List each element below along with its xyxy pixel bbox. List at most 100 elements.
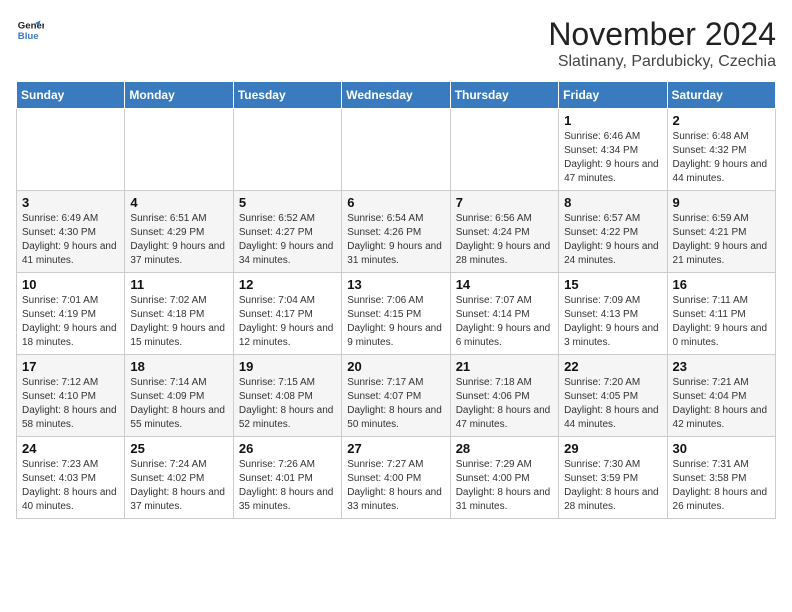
day-info: Sunrise: 7:20 AMSunset: 4:05 PMDaylight:…	[564, 376, 661, 432]
day-info: Sunrise: 6:57 AMSunset: 4:22 PMDaylight:…	[564, 212, 661, 268]
day-info: Sunrise: 7:29 AMSunset: 4:00 PMDaylight:…	[456, 458, 553, 514]
calendar-cell: 4 Sunrise: 6:51 AMSunset: 4:29 PMDaylight…	[125, 191, 233, 273]
day-info: Sunrise: 7:04 AMSunset: 4:17 PMDaylight:…	[239, 294, 336, 350]
svg-text:Blue: Blue	[18, 31, 39, 42]
calendar-cell	[450, 109, 558, 191]
calendar-cell: 10 Sunrise: 7:01 AMSunset: 4:19 PMDayligh…	[17, 273, 125, 355]
day-info: Sunrise: 7:09 AMSunset: 4:13 PMDaylight:…	[564, 294, 661, 350]
day-info: Sunrise: 7:01 AMSunset: 4:19 PMDaylight:…	[22, 294, 119, 350]
day-number: 25	[130, 441, 227, 456]
day-number: 1	[564, 113, 661, 128]
day-number: 7	[456, 195, 553, 210]
day-number: 27	[347, 441, 444, 456]
day-number: 26	[239, 441, 336, 456]
day-number: 10	[22, 277, 119, 292]
day-info: Sunrise: 7:14 AMSunset: 4:09 PMDaylight:…	[130, 376, 227, 432]
logo: General Blue General Blue	[16, 16, 44, 44]
day-number: 23	[673, 359, 770, 374]
day-info: Sunrise: 7:26 AMSunset: 4:01 PMDaylight:…	[239, 458, 336, 514]
calendar-cell: 19Sunrise: 7:15 AMSunset: 4:08 PMDayligh…	[233, 355, 341, 437]
day-number: 8	[564, 195, 661, 210]
calendar-cell: 20Sunrise: 7:17 AMSunset: 4:07 PMDayligh…	[342, 355, 450, 437]
day-info: Sunrise: 7:21 AMSunset: 4:04 PMDaylight:…	[673, 376, 770, 432]
calendar-cell: 1 Sunrise: 6:46 AMSunset: 4:34 PMDaylight…	[559, 109, 667, 191]
day-info: Sunrise: 7:23 AMSunset: 4:03 PMDaylight:…	[22, 458, 119, 514]
calendar-cell: 23 Sunrise: 7:21 AMSunset: 4:04 PMDayligh…	[667, 355, 775, 437]
day-info: Sunrise: 6:59 AMSunset: 4:21 PMDaylight:…	[673, 212, 770, 268]
day-number: 5	[239, 195, 336, 210]
weekday-header-tuesday: Tuesday	[233, 82, 341, 109]
day-info: Sunrise: 6:49 AMSunset: 4:30 PMDaylight:…	[22, 212, 119, 268]
day-number: 3	[22, 195, 119, 210]
day-info: Sunrise: 6:54 AMSunset: 4:26 PMDaylight:…	[347, 212, 444, 268]
logo-icon: General Blue	[16, 16, 44, 44]
day-info: Sunrise: 7:12 AMSunset: 4:10 PMDaylight:…	[22, 376, 119, 432]
calendar-cell: 8 Sunrise: 6:57 AMSunset: 4:22 PMDaylight…	[559, 191, 667, 273]
calendar-body: 1 Sunrise: 6:46 AMSunset: 4:34 PMDaylight…	[17, 109, 776, 519]
day-info: Sunrise: 7:11 AMSunset: 4:11 PMDaylight:…	[673, 294, 770, 350]
page-header: General Blue General Blue November 2024 …	[16, 16, 776, 71]
day-info: Sunrise: 7:07 AMSunset: 4:14 PMDaylight:…	[456, 294, 553, 350]
calendar-cell: 11Sunrise: 7:02 AMSunset: 4:18 PMDayligh…	[125, 273, 233, 355]
calendar-cell: 28 Sunrise: 7:29 AMSunset: 4:00 PMDayligh…	[450, 437, 558, 519]
calendar-cell: 29Sunrise: 7:30 AMSunset: 3:59 PMDayligh…	[559, 437, 667, 519]
day-number: 18	[130, 359, 227, 374]
calendar-cell: 25Sunrise: 7:24 AMSunset: 4:02 PMDayligh…	[125, 437, 233, 519]
calendar-cell: 3 Sunrise: 6:49 AMSunset: 4:30 PMDaylight…	[17, 191, 125, 273]
day-number: 13	[347, 277, 444, 292]
weekday-header-thursday: Thursday	[450, 82, 558, 109]
day-number: 24	[22, 441, 119, 456]
calendar-cell	[17, 109, 125, 191]
week-row-5: 24 Sunrise: 7:23 AMSunset: 4:03 PMDayligh…	[17, 437, 776, 519]
weekday-header-wednesday: Wednesday	[342, 82, 450, 109]
calendar-cell: 18 Sunrise: 7:14 AMSunset: 4:09 PMDayligh…	[125, 355, 233, 437]
day-number: 17	[22, 359, 119, 374]
calendar-cell: 13 Sunrise: 7:06 AMSunset: 4:15 PMDayligh…	[342, 273, 450, 355]
day-info: Sunrise: 6:52 AMSunset: 4:27 PMDaylight:…	[239, 212, 336, 268]
day-info: Sunrise: 7:15 AMSunset: 4:08 PMDaylight:…	[239, 376, 336, 432]
calendar-cell: 12 Sunrise: 7:04 AMSunset: 4:17 PMDayligh…	[233, 273, 341, 355]
calendar-cell: 24 Sunrise: 7:23 AMSunset: 4:03 PMDayligh…	[17, 437, 125, 519]
weekday-header-row: SundayMondayTuesdayWednesdayThursdayFrid…	[17, 82, 776, 109]
day-number: 12	[239, 277, 336, 292]
week-row-2: 3 Sunrise: 6:49 AMSunset: 4:30 PMDaylight…	[17, 191, 776, 273]
calendar-cell: 16 Sunrise: 7:11 AMSunset: 4:11 PMDayligh…	[667, 273, 775, 355]
week-row-1: 1 Sunrise: 6:46 AMSunset: 4:34 PMDaylight…	[17, 109, 776, 191]
calendar-cell: 9 Sunrise: 6:59 AMSunset: 4:21 PMDaylight…	[667, 191, 775, 273]
day-info: Sunrise: 7:02 AMSunset: 4:18 PMDaylight:…	[130, 294, 227, 350]
day-info: Sunrise: 7:31 AMSunset: 3:58 PMDaylight:…	[673, 458, 770, 514]
calendar-cell: 15Sunrise: 7:09 AMSunset: 4:13 PMDayligh…	[559, 273, 667, 355]
weekday-header-friday: Friday	[559, 82, 667, 109]
day-info: Sunrise: 6:46 AMSunset: 4:34 PMDaylight:…	[564, 130, 661, 186]
calendar-header: SundayMondayTuesdayWednesdayThursdayFrid…	[17, 82, 776, 109]
day-number: 6	[347, 195, 444, 210]
day-number: 4	[130, 195, 227, 210]
day-info: Sunrise: 7:18 AMSunset: 4:06 PMDaylight:…	[456, 376, 553, 432]
day-number: 16	[673, 277, 770, 292]
day-number: 21	[456, 359, 553, 374]
day-number: 29	[564, 441, 661, 456]
day-info: Sunrise: 6:48 AMSunset: 4:32 PMDaylight:…	[673, 130, 770, 186]
calendar-cell: 17 Sunrise: 7:12 AMSunset: 4:10 PMDayligh…	[17, 355, 125, 437]
calendar-cell: 6 Sunrise: 6:54 AMSunset: 4:26 PMDaylight…	[342, 191, 450, 273]
day-number: 22	[564, 359, 661, 374]
day-info: Sunrise: 6:51 AMSunset: 4:29 PMDaylight:…	[130, 212, 227, 268]
weekday-header-monday: Monday	[125, 82, 233, 109]
calendar-cell: 26 Sunrise: 7:26 AMSunset: 4:01 PMDayligh…	[233, 437, 341, 519]
day-info: Sunrise: 7:27 AMSunset: 4:00 PMDaylight:…	[347, 458, 444, 514]
day-info: Sunrise: 7:06 AMSunset: 4:15 PMDaylight:…	[347, 294, 444, 350]
calendar-title-area: November 2024 Slatinany, Pardubicky, Cze…	[548, 16, 776, 71]
day-number: 28	[456, 441, 553, 456]
calendar-table: SundayMondayTuesdayWednesdayThursdayFrid…	[16, 81, 776, 519]
calendar-cell: 5 Sunrise: 6:52 AMSunset: 4:27 PMDaylight…	[233, 191, 341, 273]
calendar-cell: 30Sunrise: 7:31 AMSunset: 3:58 PMDayligh…	[667, 437, 775, 519]
calendar-cell: 21 Sunrise: 7:18 AMSunset: 4:06 PMDayligh…	[450, 355, 558, 437]
month-title: November 2024	[548, 16, 776, 53]
day-info: Sunrise: 6:56 AMSunset: 4:24 PMDaylight:…	[456, 212, 553, 268]
calendar-cell	[233, 109, 341, 191]
day-number: 9	[673, 195, 770, 210]
day-number: 14	[456, 277, 553, 292]
calendar-cell: 14 Sunrise: 7:07 AMSunset: 4:14 PMDayligh…	[450, 273, 558, 355]
week-row-4: 17 Sunrise: 7:12 AMSunset: 4:10 PMDayligh…	[17, 355, 776, 437]
weekday-header-sunday: Sunday	[17, 82, 125, 109]
